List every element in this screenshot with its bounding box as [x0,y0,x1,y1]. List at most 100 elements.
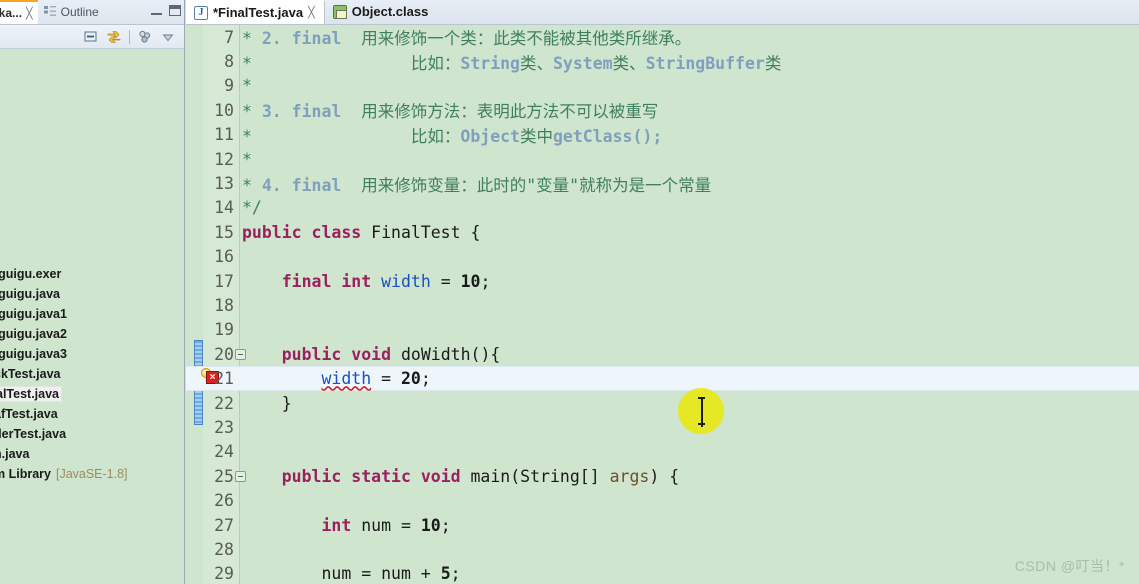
code-token: FinalTest { [371,222,481,242]
code-token: public static void [281,466,471,486]
code-token: } [242,393,292,413]
code-token: public class [242,222,372,242]
code-token: 用来修饰变量：此时的"变量"就称为是一个常量 [341,175,712,195]
code-line[interactable]: 8 * 比如：String类、System类、StringBuffer类 [186,49,1139,73]
code-text: * 比如：Object类中getClass(); [242,123,662,147]
code-line[interactable]: 13 * 4. final 用来修饰变量：此时的"变量"就称为是一个常量 [186,171,1139,195]
list-item-jre-library[interactable]: m Library [JavaSE-1.8] [0,464,184,484]
list-item[interactable]: tguigu.java [0,284,184,304]
code-line[interactable]: × 21 width = 20; [186,366,1139,391]
code-token: 10 [420,515,441,535]
code-token: = [371,369,401,389]
code-line[interactable]: 9 * [186,74,1139,98]
code-text: * [242,76,252,95]
code-token: 类、 [520,53,553,73]
project-file-tree[interactable]: tguigu.exer tguigu.java tguigu.java1 tgu… [0,49,184,584]
fold-collapse-icon[interactable] [235,470,246,482]
minimize-button[interactable] [151,6,162,15]
view-dropdown-icon[interactable] [160,29,176,45]
code-text: * 3. final 用来修饰方法：表明此方法不可以被重写 [242,98,658,122]
code-line[interactable]: 27 int num = 10; [186,513,1139,537]
tab-package-explorer[interactable]: cka... ╳ [0,0,38,24]
code-line[interactable]: 26 [186,488,1139,512]
list-item[interactable]: ckTest.java [0,364,184,384]
class-file-icon [332,4,347,19]
code-token: * [242,175,262,195]
list-item-selected[interactable]: alTest.java [0,384,184,404]
code-line[interactable]: 15 public class FinalTest { [186,220,1139,244]
code-line[interactable]: 20 public void doWidth(){ [186,342,1139,366]
code-line[interactable]: 17 final int width = 10; [186,269,1139,293]
code-lines[interactable]: 7 * 2. final 用来修饰一个类：此类不能被其他类所继承。 8 * 比如：St… [186,25,1139,584]
tab-outline[interactable]: Outline [38,0,104,24]
collapse-all-icon[interactable] [83,29,99,45]
code-text: } [242,394,292,413]
code-line[interactable]: 28 [186,537,1139,561]
code-line[interactable]: 14 */ [186,196,1139,220]
code-token: num = num + [242,564,441,584]
code-text: * 比如：String类、System类、StringBuffer类 [242,50,781,74]
eclipse-ide-window: cka... ╳ Outline [0,0,1139,584]
line-number: 23 [214,417,234,437]
code-token: */ [242,198,262,218]
code-token: * [242,76,252,96]
line-number: 9 [224,76,234,96]
code-token: public void [281,344,401,364]
code-line[interactable]: 11 * 比如：Object类中getClass(); [186,123,1139,147]
code-token: ; [480,271,491,291]
code-line[interactable]: 10 * 3. final 用来修饰方法：表明此方法不可以被重写 [186,98,1139,122]
code-token: 4. final [261,175,342,195]
list-item[interactable]: tguigu.exer [0,264,184,284]
code-token: 20 [400,369,421,389]
java-file-icon: J [194,5,208,20]
link-with-editor-icon[interactable] [106,29,122,45]
list-item[interactable]: afTest.java [0,404,184,424]
code-token: ; [440,515,451,535]
code-text: * 2. final 用来修饰一个类：此类不能被其他类所继承。 [242,25,691,49]
code-token: getClass(); [553,126,663,146]
code-line[interactable]: 25 public static void main(String[] args… [186,464,1139,488]
close-icon[interactable]: ╳ [26,7,33,20]
code-editor-panel: J *FinalTest.java ╳ Object.class 7 * 2. f… [186,0,1139,584]
view-menu-icon[interactable] [137,29,153,45]
code-line[interactable]: 18 [186,293,1139,317]
list-item[interactable]: tguigu.java1 [0,304,184,324]
fold-collapse-icon[interactable] [235,348,246,360]
line-number: 21 [214,369,234,389]
list-item[interactable]: n.java [0,444,184,464]
code-text: num = num + 5; [242,564,460,584]
jre-version-label: [JavaSE-1.8] [55,467,128,481]
code-line[interactable]: 29 num = num + 5; [186,562,1139,584]
tab-object-class[interactable]: Object.class [325,0,438,24]
code-text: width = 20; [242,369,430,389]
code-line[interactable]: 22 } [186,391,1139,415]
left-panel-tabbar: cka... ╳ Outline [0,0,184,25]
code-token: * [242,149,252,169]
code-line[interactable]: 12 * [186,147,1139,171]
code-line[interactable]: 7 * 2. final 用来修饰一个类：此类不能被其他类所继承。 [186,25,1139,49]
editor-body[interactable]: 7 * 2. final 用来修饰一个类：此类不能被其他类所继承。 8 * 比如：St… [186,25,1139,584]
tab-finaltest-java[interactable]: J *FinalTest.java ╳ [186,0,325,24]
code-line[interactable]: 23 [186,415,1139,439]
code-line[interactable]: 19 [186,318,1139,342]
code-token: width [321,369,372,389]
code-token: Object [460,126,520,146]
code-line[interactable]: 24 [186,440,1139,464]
line-number: 17 [214,271,234,291]
close-icon[interactable]: ╳ [308,6,315,19]
toolbar-divider [129,29,130,44]
line-number: 11 [214,125,234,145]
code-line[interactable]: 16 [186,245,1139,269]
code-text: * 4. final 用来修饰变量：此时的"变量"就称为是一个常量 [242,172,711,196]
code-token: args [609,466,650,486]
code-token: 5 [440,564,451,584]
list-item[interactable]: tguigu.java3 [0,344,184,364]
editor-tabbar: J *FinalTest.java ╳ Object.class [186,0,1139,25]
code-token: int [321,515,362,535]
watermark: CSDN @叮当！* [1014,558,1125,574]
maximize-button[interactable] [169,5,181,16]
list-item[interactable]: tguigu.java2 [0,324,184,344]
list-item[interactable]: derTest.java [0,424,184,444]
